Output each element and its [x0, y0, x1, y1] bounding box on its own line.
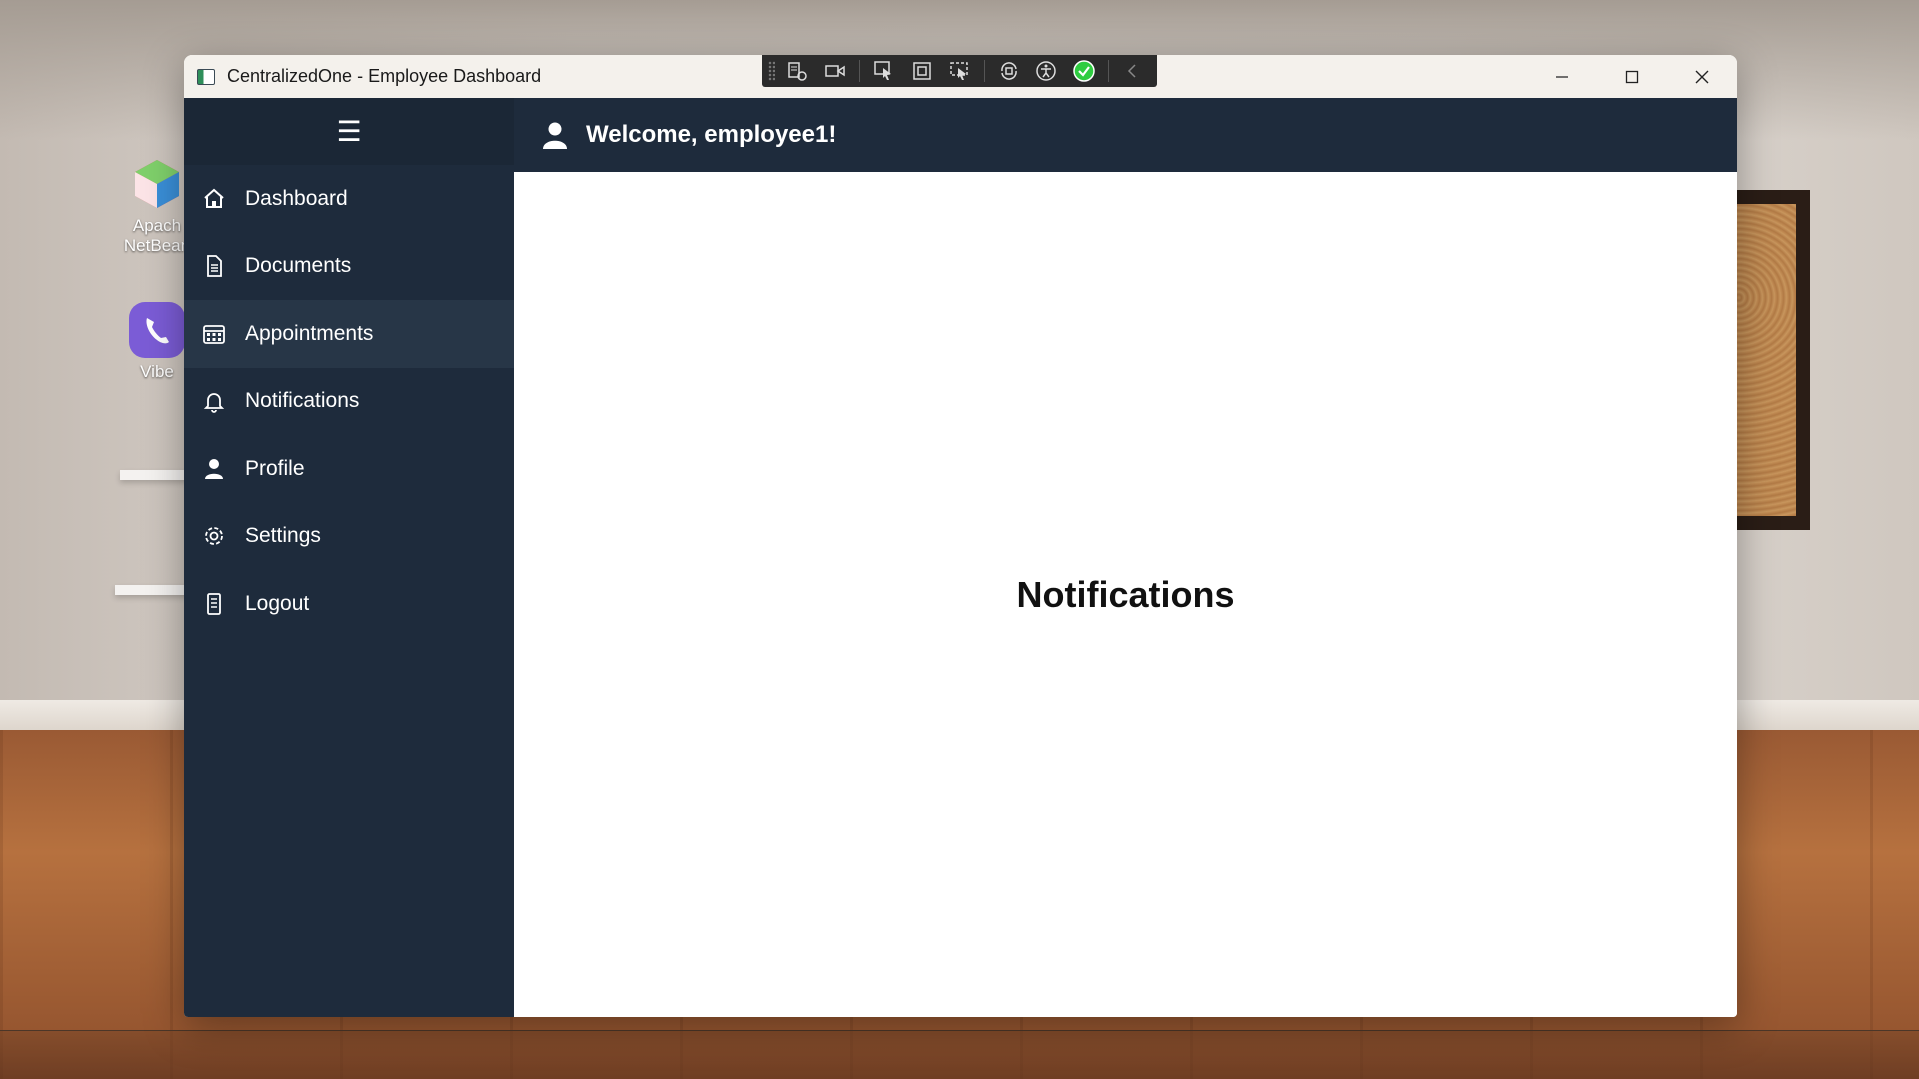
desktop-icon-label: Apach — [132, 216, 182, 235]
minimize-icon — [1556, 75, 1568, 78]
toolbar-grip-icon[interactable] — [768, 61, 776, 81]
home-icon — [202, 187, 226, 211]
desktop-icon-netbeans[interactable]: Apach NetBean — [122, 156, 192, 256]
maximize-button[interactable] — [1597, 55, 1667, 98]
user-icon — [202, 457, 226, 481]
window-controls — [1527, 55, 1737, 98]
hot-reload-icon[interactable] — [995, 58, 1023, 84]
user-icon — [543, 122, 567, 149]
page-title: Notifications — [1016, 573, 1235, 615]
app-header: Welcome, employee1! — [514, 98, 1737, 172]
maximize-icon — [1625, 70, 1639, 83]
sidebar: ☰ Dashboard Documents Appointments Notif… — [184, 98, 514, 1017]
close-icon — [1695, 70, 1709, 83]
close-button[interactable] — [1667, 55, 1737, 98]
record-icon[interactable] — [821, 58, 849, 84]
sidebar-item-label: Appointments — [245, 321, 374, 345]
app-window: CentralizedOne - Employee Dashboard ☰ Da… — [184, 55, 1737, 1017]
calendar-icon — [202, 322, 226, 346]
taskbar — [0, 1030, 1919, 1079]
app-icon — [197, 68, 215, 85]
welcome-message: Welcome, employee1! — [586, 121, 837, 148]
minimize-button[interactable] — [1527, 55, 1597, 98]
sidebar-item-label: Documents — [245, 254, 352, 278]
accessibility-icon[interactable] — [1032, 58, 1060, 84]
sidebar-item-logout[interactable]: Logout — [184, 570, 514, 638]
sidebar-item-label: Settings — [245, 524, 321, 548]
sidebar-item-label: Logout — [245, 591, 310, 615]
viber-icon — [129, 302, 185, 358]
sidebar-item-label: Notifications — [245, 389, 360, 413]
desktop-icon-label: Vibe — [140, 362, 174, 381]
sidebar-item-appointments[interactable]: Appointments — [184, 300, 514, 368]
logout-icon — [202, 592, 226, 616]
collapse-icon[interactable] — [1119, 58, 1147, 84]
sidebar-item-label: Profile — [245, 456, 305, 480]
sidebar-item-settings[interactable]: Settings — [184, 503, 514, 571]
select-element-icon[interactable] — [870, 58, 898, 84]
sidebar-item-dashboard[interactable]: Dashboard — [184, 165, 514, 233]
title-bar[interactable]: CentralizedOne - Employee Dashboard — [184, 55, 1737, 98]
display-layout-adorners-icon[interactable] — [908, 58, 936, 84]
bell-icon — [202, 389, 226, 414]
desktop-icon-label: NetBean — [123, 236, 191, 255]
sidebar-header: ☰ — [184, 98, 514, 165]
binding-check-icon[interactable] — [1070, 58, 1098, 84]
track-focus-icon[interactable] — [946, 58, 974, 84]
wall-shelf — [120, 470, 190, 480]
sidebar-item-documents[interactable]: Documents — [184, 233, 514, 301]
desktop-icon-viber[interactable]: Vibe — [122, 302, 192, 382]
netbeans-icon — [129, 156, 185, 212]
sidebar-item-profile[interactable]: Profile — [184, 435, 514, 503]
document-icon — [202, 254, 226, 278]
window-title: CentralizedOne - Employee Dashboard — [227, 66, 542, 86]
sidebar-item-notifications[interactable]: Notifications — [184, 368, 514, 436]
hamburger-menu-icon[interactable]: ☰ — [336, 117, 361, 146]
sidebar-item-label: Dashboard — [245, 186, 348, 210]
xaml-debug-toolbar — [762, 55, 1157, 87]
main-content: Notifications — [514, 172, 1737, 1017]
gear-icon — [202, 524, 226, 548]
wall-shelf — [115, 585, 190, 595]
live-visual-tree-icon[interactable] — [783, 58, 811, 84]
